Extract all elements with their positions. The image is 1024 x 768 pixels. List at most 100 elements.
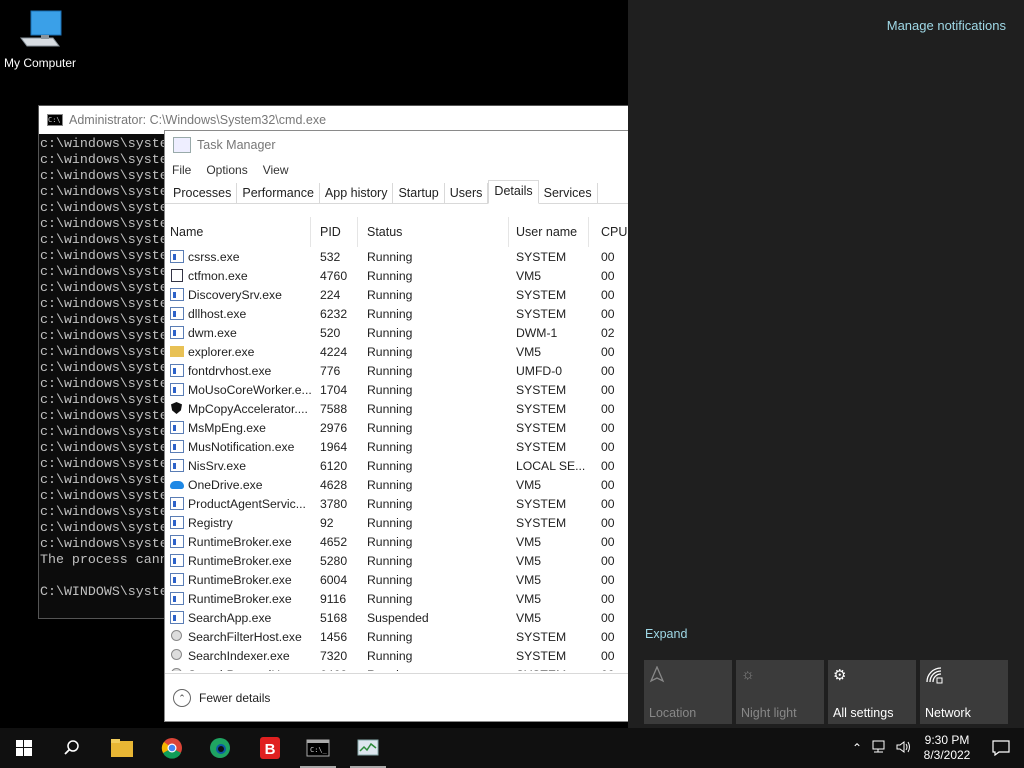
sort-up-icon: ⌃ [234, 217, 242, 222]
cell-status: Running [367, 401, 413, 416]
cell-status: Running [367, 382, 413, 397]
speaker-icon[interactable] [892, 740, 916, 757]
menu-file[interactable]: File [172, 163, 191, 177]
task-manager-window[interactable]: Task Manager File Options View Processes… [164, 130, 630, 722]
manage-notifications-link[interactable]: Manage notifications [887, 18, 1006, 33]
cell-pid: 2976 [320, 420, 348, 435]
quick-action-label: Location [649, 706, 697, 720]
cell-status: Running [367, 420, 413, 435]
process-app-icon [170, 573, 184, 586]
table-row[interactable]: SearchProtocolHost... 6468RunningSYSTEM00 [166, 665, 628, 671]
task-manager-title-bar[interactable]: Task Manager [165, 131, 629, 159]
cell-user: VM5 [516, 344, 542, 359]
cell-cpu: 00 [601, 287, 615, 302]
quick-action-location[interactable]: Location [644, 660, 732, 724]
table-row[interactable]: dllhost.exe 6232 Running SYSTEM 00 [166, 304, 628, 323]
table-row[interactable]: SearchIndexer.exe 7320 Running SYSTEM 00 [166, 646, 628, 665]
table-row[interactable]: ctfmon.exe 4760 Running VM5 00 [166, 266, 628, 285]
tab-processes[interactable]: Processes [168, 183, 238, 203]
cell-name: ctfmon.exe [166, 269, 311, 283]
process-search-icon [170, 630, 184, 643]
tab-users[interactable]: Users [445, 183, 489, 203]
table-row[interactable]: MsMpEng.exe 2976 Running SYSTEM 00 [166, 418, 628, 437]
cell-cpu: 00 [601, 629, 615, 644]
taskbar-file-explorer[interactable] [98, 728, 146, 768]
table-row[interactable]: Registry 92 Running SYSTEM 00 [166, 513, 628, 532]
chevron-up-icon[interactable]: ⌃ [173, 688, 191, 707]
cell-user: UMFD-0 [516, 363, 563, 378]
process-shield-icon [170, 402, 184, 415]
fewer-details-link[interactable]: Fewer details [199, 691, 270, 705]
table-row[interactable]: ProductAgentServic... 3780 Running SYSTEM 00 [166, 494, 628, 513]
process-app-icon [170, 611, 184, 624]
table-row[interactable]: MpCopyAccelerator.... 7588 Running SYSTEM 00 [166, 399, 628, 418]
column-header-pid[interactable]: PID [311, 217, 358, 247]
cell-name: OneDrive.exe [166, 478, 311, 492]
tab-performance[interactable]: Performance [237, 183, 320, 203]
desktop-icon-my-computer[interactable]: My Computer [2, 8, 78, 70]
column-header-status[interactable]: Status [358, 217, 509, 247]
cell-status: Running [367, 344, 413, 359]
network-tray-icon[interactable] [868, 740, 892, 757]
tab-app-history[interactable]: App history [320, 183, 394, 203]
taskbar: B C:\_ ⌃ 9:30 PM 8/3/2022 [0, 728, 1024, 768]
table-row[interactable]: MoUsoCoreWorker.e... 1704 Running SYSTEM 00 [166, 380, 628, 399]
cell-name: SearchIndexer.exe [166, 649, 311, 663]
cmd-icon: C:\ [47, 114, 63, 126]
tab-startup[interactable]: Startup [393, 183, 445, 203]
tab-services[interactable]: Services [539, 183, 598, 203]
menu-view[interactable]: View [263, 163, 289, 177]
taskbar-task-manager[interactable] [344, 728, 392, 768]
svg-text:B: B [265, 741, 276, 758]
table-row[interactable]: DiscoverySrv.exe 224 Running SYSTEM 00 [166, 285, 628, 304]
table-row[interactable]: fontdrvhost.exe 776 Running UMFD-0 00 [166, 361, 628, 380]
cell-status: Running [367, 629, 413, 644]
process-app-icon [170, 250, 184, 263]
process-name: NisSrv.exe [188, 458, 247, 473]
cell-status: Running [367, 477, 413, 492]
cell-status: Running [367, 572, 413, 587]
cell-cpu: 00 [601, 363, 615, 378]
taskbar-chrome[interactable] [148, 728, 196, 768]
table-row[interactable]: RuntimeBroker.exe 5280 Running VM5 00 [166, 551, 628, 570]
quick-action-network[interactable]: Network [920, 660, 1008, 724]
cell-pid: 6004 [320, 572, 348, 587]
table-row[interactable]: OneDrive.exe 4628 Running VM5 00 [166, 475, 628, 494]
menu-options[interactable]: Options [206, 163, 247, 177]
column-header-user[interactable]: User name [509, 217, 589, 247]
cell-status: Running [367, 515, 413, 530]
cell-pid: 776 [320, 363, 341, 378]
table-row[interactable]: csrss.exe 532 Running SYSTEM 00 [166, 247, 628, 266]
action-center-panel: Manage notifications Expand Location ☼ N… [628, 0, 1024, 728]
tab-details[interactable]: Details [488, 180, 539, 204]
cell-pid: 532 [320, 249, 341, 264]
cell-cpu: 00 [601, 591, 615, 606]
quick-action-night-light[interactable]: ☼ Night light [736, 660, 824, 724]
table-row[interactable]: SearchApp.exe 5168 Suspended VM5 00 [166, 608, 628, 627]
search-button[interactable] [48, 728, 96, 768]
cell-user: VM5 [516, 477, 542, 492]
taskbar-cmd[interactable]: C:\_ [294, 728, 342, 768]
quick-action-all-settings[interactable]: ⚙ All settings [828, 660, 916, 724]
table-row[interactable]: MusNotification.exe 1964 Running SYSTEM 00 [166, 437, 628, 456]
table-row[interactable]: RuntimeBroker.exe 6004 Running VM5 00 [166, 570, 628, 589]
cell-cpu: 02 [601, 325, 615, 340]
start-button[interactable] [0, 728, 48, 768]
table-row[interactable]: RuntimeBroker.exe 9116 Running VM5 00 [166, 589, 628, 608]
table-row[interactable]: RuntimeBroker.exe 4652 Running VM5 00 [166, 532, 628, 551]
action-center-button[interactable] [978, 740, 1024, 756]
cell-name: explorer.exe [166, 345, 311, 359]
table-row[interactable]: explorer.exe 4224 Running VM5 00 [166, 342, 628, 361]
table-row[interactable]: NisSrv.exe 6120 Running LOCAL SE... 00 [166, 456, 628, 475]
clock[interactable]: 9:30 PM 8/3/2022 [916, 733, 978, 763]
cell-pid: 3780 [320, 496, 348, 511]
taskbar-bitdefender[interactable]: B [246, 728, 294, 768]
expand-link[interactable]: Expand [645, 627, 687, 641]
chevron-up-icon[interactable]: ⌃ [846, 741, 868, 755]
table-row[interactable]: dwm.exe 520 Running DWM-1 02 [166, 323, 628, 342]
taskbar-edge[interactable] [196, 728, 244, 768]
cell-status: Running [358, 668, 509, 672]
column-header-cpu[interactable]: CPU [589, 217, 628, 247]
table-row[interactable]: SearchFilterHost.exe 1456 Running SYSTEM 00 [166, 627, 628, 646]
details-table[interactable]: ⌃ Name PID Status User name CPU csrss.ex… [166, 217, 628, 671]
